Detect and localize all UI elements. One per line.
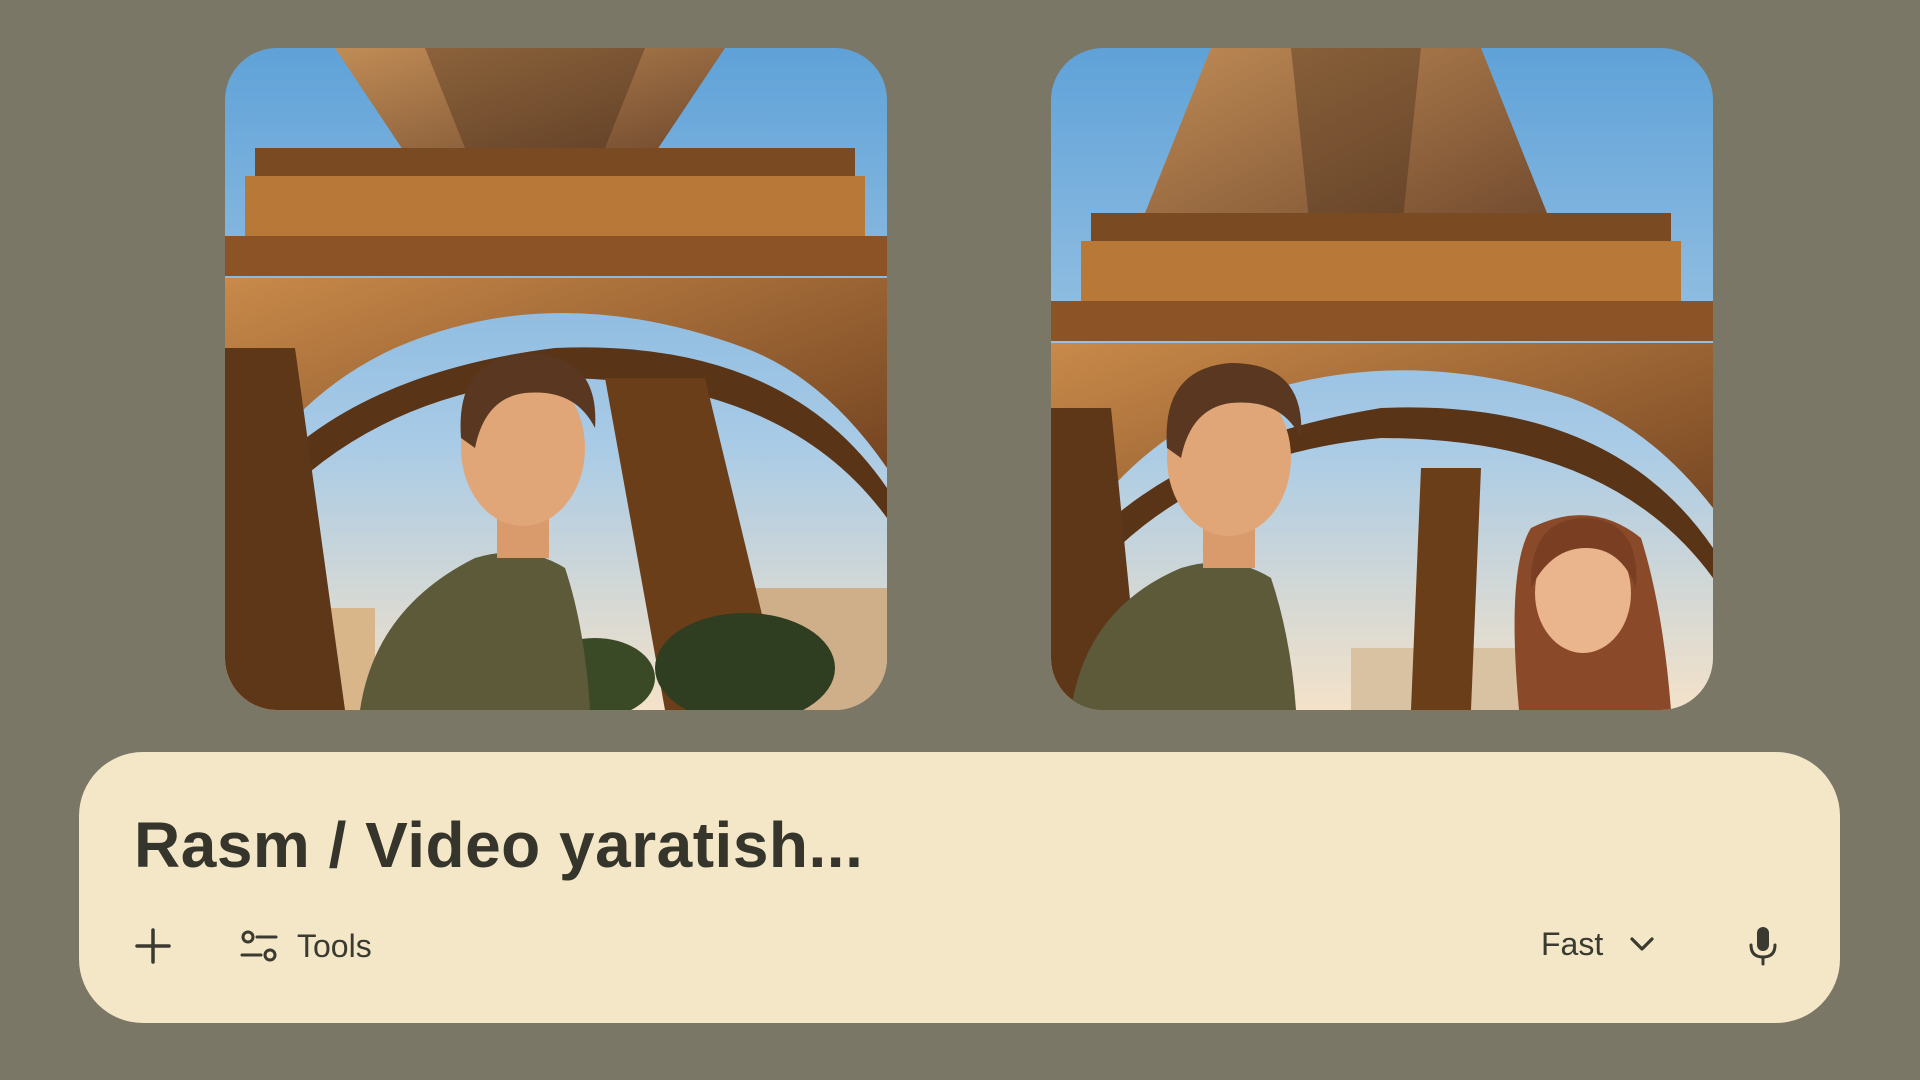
voice-input-button[interactable] bbox=[1739, 922, 1787, 970]
mode-label: Fast bbox=[1541, 925, 1604, 962]
prompt-box[interactable]: Rasm / Video yaratish... Tools Fast bbox=[79, 752, 1840, 1023]
eiffel-photo-young-man-and-girl[interactable] bbox=[1051, 48, 1713, 710]
plus-icon bbox=[135, 928, 171, 964]
sliders-icon bbox=[240, 930, 278, 962]
chevron-down-icon bbox=[1630, 937, 1654, 951]
app-canvas: Rasm / Video yaratish... Tools Fast bbox=[0, 0, 1920, 1080]
microphone-icon bbox=[1749, 927, 1777, 966]
mode-select[interactable]: Fast bbox=[1541, 920, 1655, 968]
photo-illustration bbox=[225, 48, 887, 710]
add-button[interactable] bbox=[129, 922, 177, 970]
eiffel-photo-young-man[interactable] bbox=[225, 48, 887, 710]
tools-label: Tools bbox=[297, 927, 372, 964]
tools-button[interactable]: Tools bbox=[239, 922, 372, 970]
photo-illustration bbox=[1051, 48, 1713, 710]
prompt-input[interactable]: Rasm / Video yaratish... bbox=[134, 808, 863, 882]
